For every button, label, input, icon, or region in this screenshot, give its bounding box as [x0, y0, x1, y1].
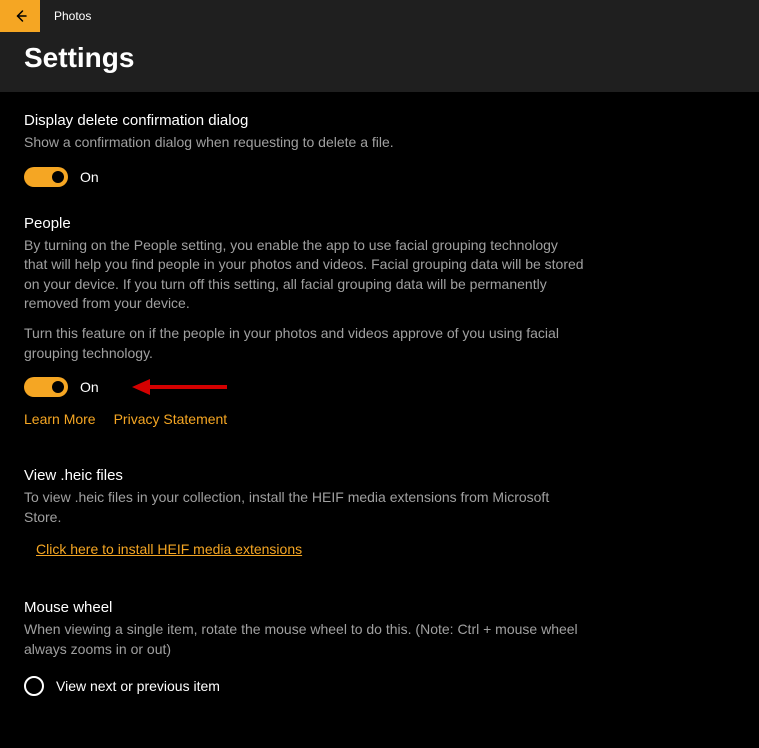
learn-more-link[interactable]: Learn More [24, 411, 96, 427]
titlebar: Photos [0, 0, 759, 32]
settings-content: Display delete confirmation dialog Show … [0, 92, 759, 748]
section-people: People By turning on the People setting,… [24, 215, 584, 428]
page-header: Settings [0, 32, 759, 92]
mouse-wheel-option-label: View next or previous item [56, 678, 220, 694]
app-name: Photos [54, 9, 91, 23]
arrow-left-icon [12, 8, 28, 24]
annotation-arrow-icon [132, 375, 227, 399]
heic-install-link[interactable]: Click here to install HEIF media extensi… [36, 541, 302, 557]
mouse-wheel-option-next-prev[interactable]: View next or previous item [24, 676, 584, 696]
section-mouse-wheel: Mouse wheel When viewing a single item, … [24, 599, 584, 695]
mouse-wheel-title: Mouse wheel [24, 599, 584, 616]
radio-icon [24, 676, 44, 696]
people-desc: By turning on the People setting, you en… [24, 236, 584, 314]
delete-dialog-desc: Show a confirmation dialog when requesti… [24, 133, 584, 153]
heic-desc: To view .heic files in your collection, … [24, 488, 584, 527]
section-delete-confirmation: Display delete confirmation dialog Show … [24, 112, 584, 187]
heic-title: View .heic files [24, 467, 584, 484]
delete-dialog-title: Display delete confirmation dialog [24, 112, 584, 129]
back-button[interactable] [0, 0, 40, 32]
mouse-wheel-desc: When viewing a single item, rotate the m… [24, 620, 584, 659]
page-title: Settings [24, 42, 735, 74]
delete-dialog-toggle-label: On [80, 169, 99, 185]
section-heic: View .heic files To view .heic files in … [24, 467, 584, 559]
toggle-knob [52, 171, 64, 183]
people-title: People [24, 215, 584, 232]
toggle-knob [52, 381, 64, 393]
delete-dialog-toggle[interactable] [24, 167, 68, 187]
privacy-statement-link[interactable]: Privacy Statement [114, 411, 228, 427]
people-toggle[interactable] [24, 377, 68, 397]
people-desc2: Turn this feature on if the people in yo… [24, 324, 584, 363]
people-toggle-label: On [80, 379, 99, 395]
